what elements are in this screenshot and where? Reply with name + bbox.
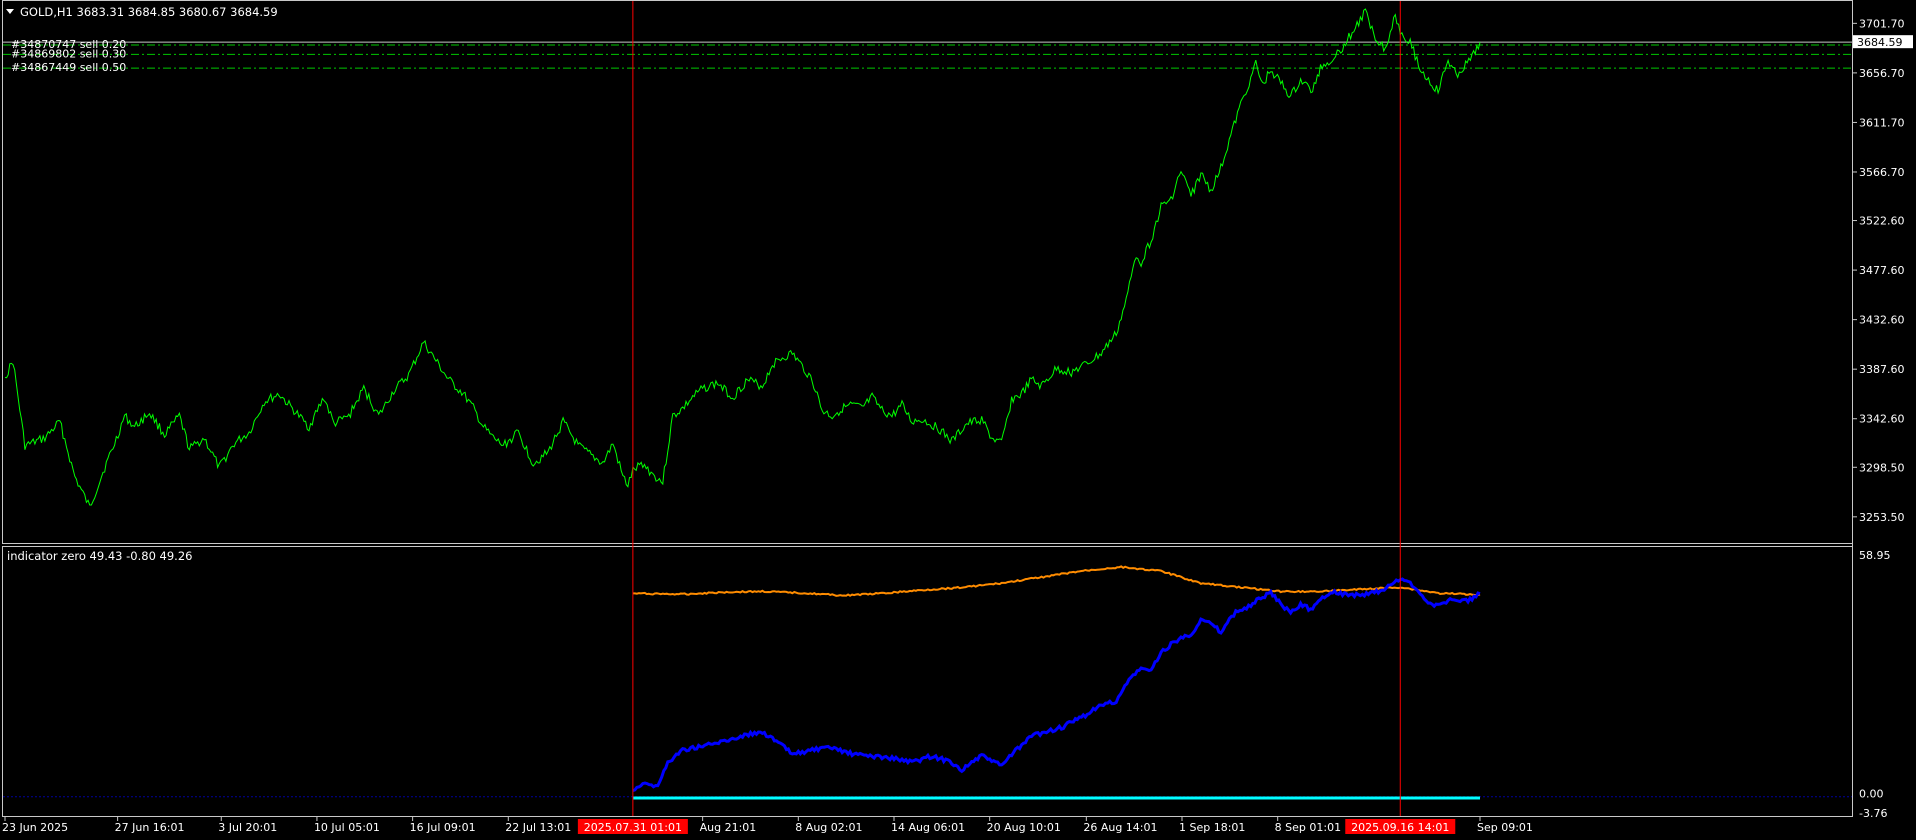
price-tick-label: 3522.60 bbox=[1859, 215, 1905, 228]
time-tick-label: 8 Aug 02:01 bbox=[795, 821, 862, 834]
indicator-title: indicator zero 49.43 -0.80 49.26 bbox=[7, 549, 192, 563]
price-tick-label: 3298.50 bbox=[1859, 461, 1905, 474]
price-tick-label: 3701.70 bbox=[1859, 17, 1905, 30]
time-tick-label: 22 Jul 13:01 bbox=[505, 821, 571, 834]
time-tick-label: 8 Sep 01:01 bbox=[1275, 821, 1341, 834]
main-chart-frame bbox=[2, 0, 1853, 544]
time-tick-label: 3 Jul 20:01 bbox=[218, 821, 277, 834]
price-tick-label: 3342.60 bbox=[1859, 413, 1905, 426]
price-tick-label: 3253.50 bbox=[1859, 511, 1905, 524]
price-tick-label: 3611.70 bbox=[1859, 116, 1905, 129]
price-tick-label: 3432.60 bbox=[1859, 314, 1905, 327]
time-tick-label: 1 Sep 18:01 bbox=[1179, 821, 1245, 834]
time-tick-label: Sep 09:01 bbox=[1477, 821, 1533, 834]
main-chart-title: GOLD,H1 3683.31 3684.85 3680.67 3684.59 bbox=[20, 5, 278, 19]
time-tick-label: Aug 21:01 bbox=[700, 821, 757, 834]
time-tick-label: 27 Jun 16:01 bbox=[115, 821, 185, 834]
trading-chart: #34870747 sell 0.20#34869802 sell 0.30#3… bbox=[2, 0, 1913, 834]
time-tick-label: 14 Aug 06:01 bbox=[891, 821, 965, 834]
indicator-axis-label: 0.00 bbox=[1859, 788, 1884, 801]
indicator-frame bbox=[2, 546, 1853, 817]
current-price-label: 3684.59 bbox=[1857, 36, 1903, 49]
time-tick-label: 16 Jul 09:01 bbox=[410, 821, 476, 834]
time-tick-label: 20 Aug 10:01 bbox=[987, 821, 1061, 834]
price-tick-label: 3566.70 bbox=[1859, 166, 1905, 179]
time-marker-label: 2025.09.16 14:01 bbox=[1351, 821, 1449, 834]
indicator-axis-label: -3.76 bbox=[1859, 807, 1887, 820]
time-tick-label: 23 Jun 2025 bbox=[2, 821, 68, 834]
price-tick-label: 3656.70 bbox=[1859, 67, 1905, 80]
time-tick-label: 26 Aug 14:01 bbox=[1083, 821, 1157, 834]
price-tick-label: 3387.60 bbox=[1859, 363, 1905, 376]
time-marker-label: 2025.07.31 01:01 bbox=[584, 821, 682, 834]
order-label: #34869802 sell 0.30 bbox=[11, 47, 126, 60]
order-label: #34867449 sell 0.50 bbox=[11, 61, 126, 74]
time-tick-label: 10 Jul 05:01 bbox=[314, 821, 380, 834]
price-tick-label: 3477.60 bbox=[1859, 264, 1905, 277]
indicator-axis-label: 58.95 bbox=[1859, 549, 1891, 562]
